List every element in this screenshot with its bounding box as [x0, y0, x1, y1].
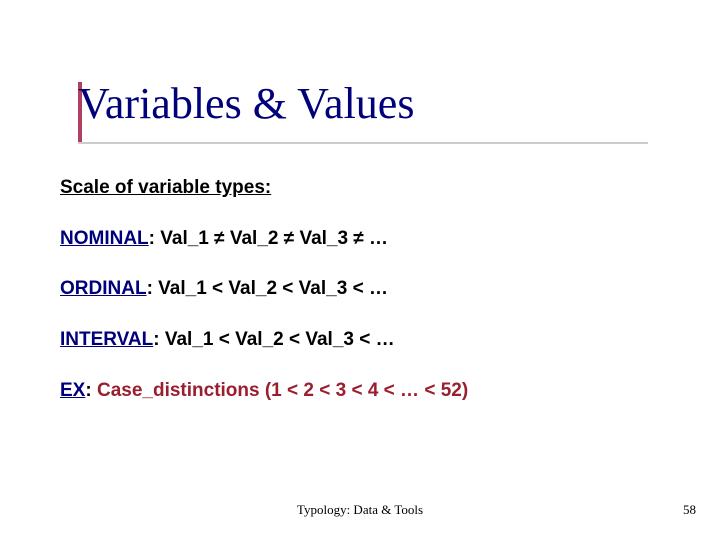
title-underline [78, 142, 648, 144]
footer-center: Typology: Data & Tools [0, 502, 720, 518]
nominal-row: NOMINAL: Val_1 ≠ Val_2 ≠ Val_3 ≠ … [60, 227, 680, 252]
interval-row: INTERVAL: Val_1 < Val_2 < Val_3 < … [60, 328, 680, 353]
ordinal-row: ORDINAL: Val_1 < Val_2 < Val_3 < … [60, 277, 680, 302]
example-label: EX [60, 380, 85, 401]
ordinal-rest: : Val_1 < Val_2 < Val_3 < … [147, 278, 388, 299]
title-container: Variables & Values [78, 78, 680, 129]
example-rest: Case_distinctions (1 < 2 < 3 < 4 < … < 5… [97, 380, 468, 401]
interval-label: INTERVAL [60, 329, 153, 350]
example-row: EX: Case_distinctions (1 < 2 < 3 < 4 < …… [60, 379, 680, 404]
nominal-label: NOMINAL [60, 228, 149, 249]
page-number: 58 [683, 502, 696, 518]
subtitle-row: Scale of variable types: [60, 176, 680, 201]
subtitle-text: Scale of variable types: [60, 177, 271, 198]
interval-rest: : Val_1 < Val_2 < Val_3 < … [153, 329, 394, 350]
nominal-rest: : Val_1 ≠ Val_2 ≠ Val_3 ≠ … [149, 228, 388, 249]
example-colon: : [85, 380, 97, 401]
slide-title: Variables & Values [78, 78, 680, 129]
ordinal-label: ORDINAL [60, 278, 147, 299]
content-area: Scale of variable types: NOMINAL: Val_1 … [60, 176, 680, 429]
